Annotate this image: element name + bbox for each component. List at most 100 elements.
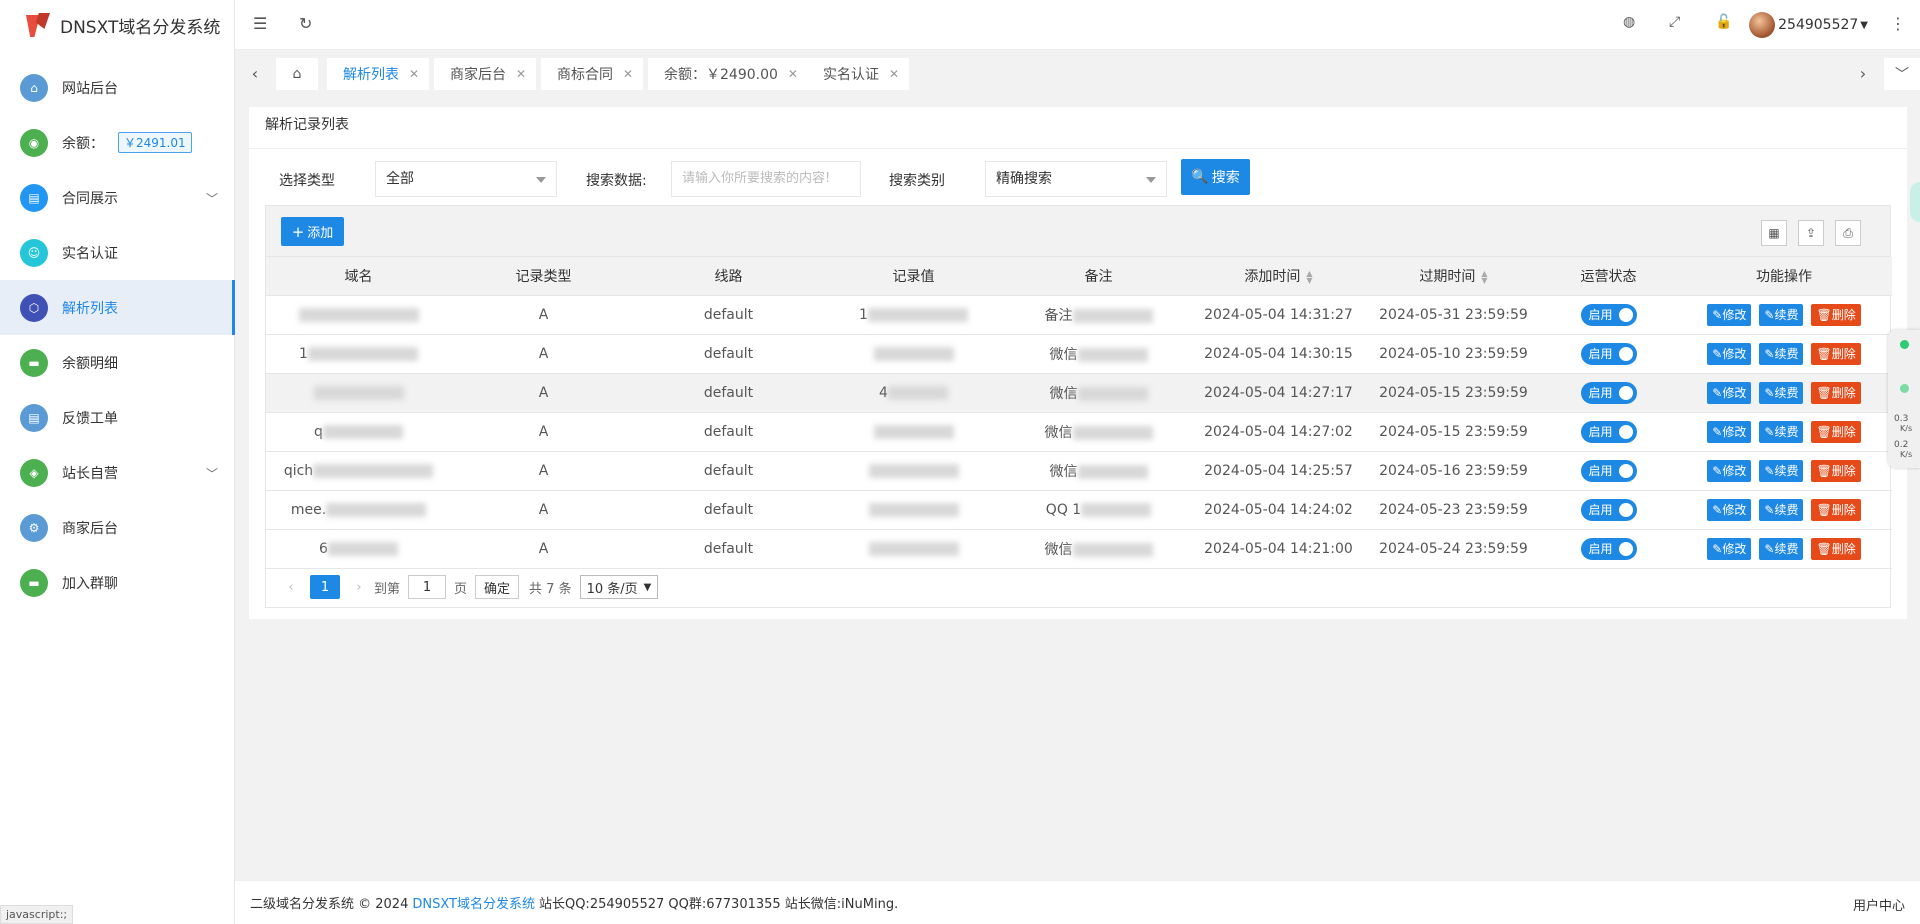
delete-button[interactable]: 🗑 删除 [1811,303,1861,326]
sidebar-item-balance-detail[interactable]: ▬ 余额明细 [0,335,234,390]
close-icon[interactable]: ✕ [516,67,526,81]
col-header-expires[interactable]: 过期时间 ▲ ▼ [1366,257,1541,296]
edit-button[interactable]: ✎ 修改 [1707,459,1752,482]
edit-button[interactable]: ✎ 修改 [1707,303,1752,326]
status-toggle[interactable]: 启用 [1580,303,1637,326]
toggle-knob [1618,424,1633,439]
renew-button[interactable]: ✎ 续费 [1759,303,1804,326]
close-icon[interactable]: ✕ [788,67,798,81]
sort-icon[interactable]: ▲ ▼ [1481,269,1487,284]
tab-label: 商标合同 [557,67,613,83]
chevron-down-icon: ﹀ [205,467,218,481]
tab-dns-list[interactable]: 解析列表 ✕ [327,58,430,90]
edit-button[interactable]: ✎ 修改 [1707,420,1752,443]
delete-label: 删除 [1831,425,1856,439]
side-float-button[interactable] [1910,182,1920,222]
sidebar-item-feedback[interactable]: ▤ 反馈工单 [0,390,234,445]
delete-button[interactable]: 🗑 删除 [1811,342,1861,365]
search-mode-select[interactable]: 精确搜索 [985,161,1167,197]
page-current[interactable]: 1 [310,575,340,599]
status-toggle[interactable]: 启用 [1580,537,1637,560]
edit-button[interactable]: ✎ 修改 [1707,498,1752,521]
status-toggle[interactable]: 启用 [1580,459,1637,482]
fullscreen-icon[interactable]: ⤢ [1669,14,1680,30]
edit-button[interactable]: ✎ 修改 [1707,381,1752,404]
sidebar-item-contracts[interactable]: ▤ 合同展示 ﹀ [0,170,234,225]
prev-page-icon[interactable]: ‹ [276,580,306,595]
tab-label: 实名认证 [823,67,879,83]
search-button-label: 搜索 [1211,170,1240,186]
cell-actions: ✎ 修改 ✎ 续费 🗑 删除 [1676,373,1892,413]
refresh-icon[interactable]: ↻ [299,14,312,33]
columns-filter-icon[interactable]: ▦ [1761,220,1787,246]
status-toggle[interactable]: 启用 [1580,498,1637,521]
trash-icon: 🗑 [1816,307,1832,322]
menu-collapse-icon[interactable]: ☰ [253,14,267,33]
caret-down-icon: ▼ [1860,19,1868,31]
delete-button[interactable]: 🗑 删除 [1811,420,1861,443]
renew-button[interactable]: ✎ 续费 [1759,459,1804,482]
toggle-knob [1618,307,1633,322]
sidebar-item-dns-list[interactable]: ⬡ 解析列表 [0,280,235,335]
next-page-icon[interactable]: › [344,580,374,595]
user-center-link[interactable]: 用户中心 [1853,895,1905,914]
delete-button[interactable]: 🗑 删除 [1811,498,1861,521]
renew-button[interactable]: ✎ 续费 [1759,420,1804,443]
home-tab-icon[interactable]: ⌂ [276,58,318,90]
renew-button[interactable]: ✎ 续费 [1759,342,1804,365]
sidebar-item-join-group[interactable]: ▬ 加入群聊 [0,555,234,610]
tab-scroll-right-icon[interactable]: › [1853,59,1873,87]
delete-button[interactable]: 🗑 删除 [1811,459,1861,482]
sidebar-item-merchant[interactable]: ⚙ 商家后台 [0,500,234,555]
edit-label: 修改 [1722,386,1747,400]
status-dot-icon [1900,340,1909,349]
sidebar-item-balance[interactable]: ◉ 余额： ￥2491.01 [0,115,234,170]
sidebar-item-real-name[interactable]: ☺ 实名认证 [0,225,234,280]
delete-button[interactable]: 🗑 删除 [1811,537,1861,560]
close-icon[interactable]: ✕ [623,67,633,81]
col-header-added[interactable]: 添加时间 ▲ ▼ [1191,257,1366,296]
pencil-icon: ✎ [1712,385,1723,400]
add-button[interactable]: + 添加 [281,217,344,246]
sidebar-item-website-admin[interactable]: ⌂ 网站后台 [0,60,234,115]
edit-button[interactable]: ✎ 修改 [1707,342,1752,365]
download-speed: 0.2 [1894,440,1909,450]
close-icon[interactable]: ✕ [409,67,419,81]
delete-button[interactable]: 🗑 删除 [1811,381,1861,404]
status-toggle[interactable]: 启用 [1580,342,1637,365]
goto-page-input[interactable]: 1 [408,575,447,599]
tab-trademark-contract[interactable]: 商标合同 ✕ [541,58,644,90]
tab-scroll-left-icon[interactable]: ‹ [245,59,265,87]
renew-button[interactable]: ✎ 续费 [1759,381,1804,404]
close-icon[interactable]: ✕ [889,67,899,81]
tab-real-name[interactable]: 实名认证 ✕ [807,58,910,90]
cell-expires: 2024-05-15 23:59:59 [1366,412,1541,452]
type-select[interactable]: 全部 [375,161,557,197]
status-toggle[interactable]: 启用 [1580,381,1637,404]
tab-dropdown-icon[interactable]: ﹀ [1884,58,1920,90]
edit-button[interactable]: ✎ 修改 [1707,537,1752,560]
per-page-select[interactable]: 10 条/页 ▼ [579,575,659,599]
speed-unit: K/s [1900,450,1913,459]
user-menu[interactable]: 254905527 ▼ [1749,12,1868,38]
lock-icon[interactable]: 🔓 [1715,14,1732,30]
globe-icon[interactable]: ◍ [1623,14,1635,30]
status-toggle[interactable]: 启用 [1580,420,1637,443]
network-speed-widget[interactable]: 0.3 K/s 0.2 K/s [1888,330,1920,468]
sidebar-item-self-operated[interactable]: ◈ 站长自营 ﹀ [0,445,234,500]
logo[interactable]: DNSXT域名分发系统 [0,0,234,50]
sort-icon[interactable]: ▲ ▼ [1306,269,1312,284]
footer-site-link[interactable]: DNSXT域名分发系统 [412,893,535,912]
export-icon[interactable]: ⇪ [1798,220,1824,246]
more-vertical-icon[interactable]: ⋮ [1890,14,1906,33]
renew-button[interactable]: ✎ 续费 [1759,498,1804,521]
search-input[interactable]: 请输入你所要搜索的内容! [671,161,861,197]
renew-button[interactable]: ✎ 续费 [1759,537,1804,560]
tab-merchant[interactable]: 商家后台 ✕ [434,58,537,90]
table-row: q A default 微信 2024-05-04 14:27:02 2024-… [266,412,1892,452]
search-button[interactable]: 🔍 搜索 [1181,159,1250,195]
per-page-value: 10 条/页 [586,581,638,597]
tab-balance[interactable]: 余额：￥2490.00 ✕ [648,58,808,90]
goto-confirm-button[interactable]: 确定 [475,575,520,599]
print-icon[interactable]: ⎙ [1835,220,1861,246]
